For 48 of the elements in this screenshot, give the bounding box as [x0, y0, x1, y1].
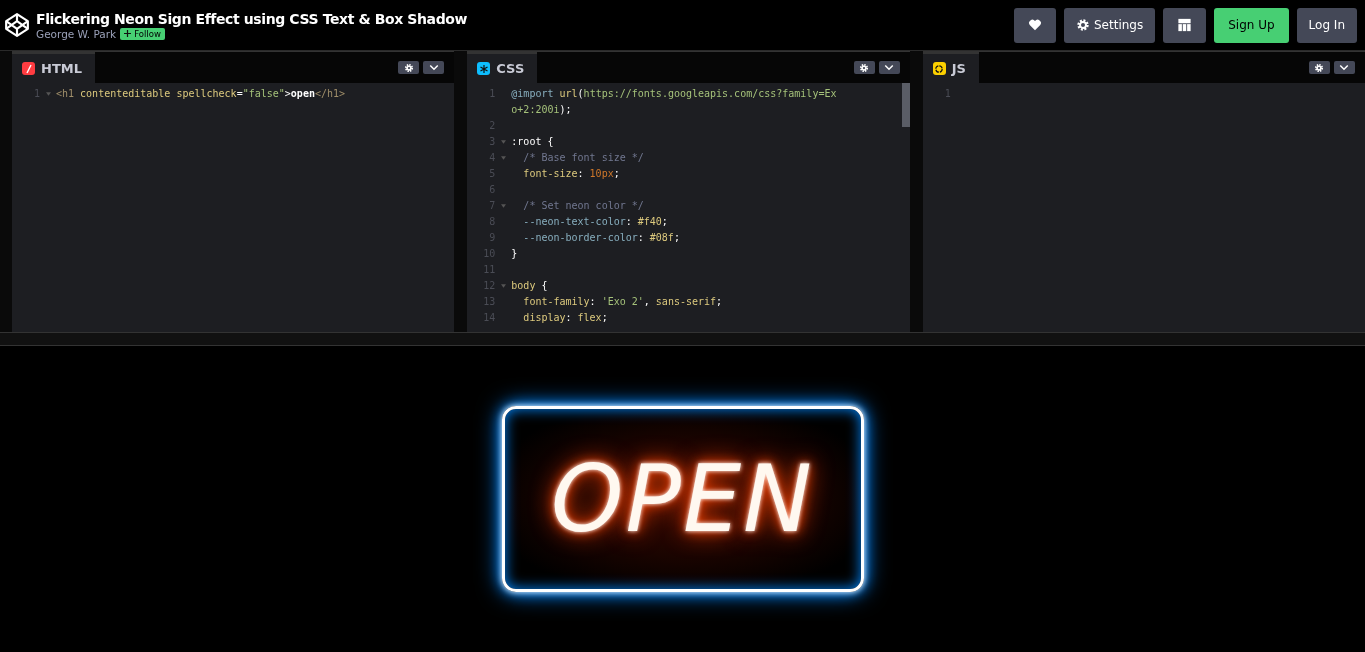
code-line: display: flex; — [523, 311, 608, 325]
editor-tab[interactable]: HTML — [12, 52, 95, 83]
editor-menu-button[interactable] — [878, 61, 900, 74]
language-icon — [22, 62, 35, 75]
layout-button[interactable] — [1163, 7, 1207, 43]
code-line: --neon-text-color: #f40; — [523, 215, 668, 229]
language-icon — [477, 62, 491, 75]
editor-settings-button[interactable] — [398, 61, 420, 74]
plus-icon — [124, 30, 132, 37]
code-line: @import url(https://fonts.googleapis.com/css?family=Exo+2:200i); — [511, 87, 838, 117]
layout-icon — [1177, 18, 1193, 32]
tab-label: CSS — [496, 61, 525, 76]
editor-tab[interactable]: JS — [922, 52, 979, 83]
settings-icon — [859, 62, 870, 73]
editor-menu-button[interactable] — [423, 61, 445, 74]
settings-icon — [1076, 18, 1090, 32]
chevron-down-icon — [1339, 64, 1350, 71]
settings-button[interactable]: Settings — [1064, 7, 1156, 43]
scrollbar-thumb[interactable] — [901, 83, 910, 127]
code-line: font-size: 10px; — [523, 167, 620, 181]
code-line: font-family: 'Exo 2', sans-serif; — [523, 295, 723, 309]
heart-icon — [1028, 18, 1042, 32]
editor-settings-button[interactable] — [1309, 61, 1330, 74]
chevron-down-icon — [884, 64, 895, 71]
author-name[interactable]: George W. Park — [36, 27, 117, 40]
code-line: :root { — [511, 135, 554, 149]
code-line: --neon-border-color: #08f; — [523, 231, 680, 245]
tab-label: JS — [951, 61, 966, 76]
log-in-button[interactable]: Log In — [1296, 7, 1357, 43]
sign-up-button[interactable]: Sign Up — [1214, 7, 1289, 43]
code-line: /* Set neon color */ — [523, 199, 644, 213]
neon-sign-text: OPEN — [551, 445, 814, 553]
editor-settings-button[interactable] — [853, 61, 875, 74]
settings-icon — [403, 62, 414, 73]
settings-icon — [1314, 62, 1325, 73]
code-line: body { — [511, 279, 548, 293]
follow-button[interactable]: Follow — [120, 27, 165, 40]
editor-tab[interactable]: CSS — [467, 52, 538, 83]
code-line: /* Base font size */ — [523, 151, 644, 165]
like-button[interactable] — [1014, 7, 1056, 43]
pen-title: Flickering Neon Sign Effect using CSS Text & Box Shadow — [36, 10, 467, 27]
tab-label: HTML — [41, 61, 82, 76]
code-line: <h1 contenteditable spellcheck="false">open</h1> — [56, 87, 346, 101]
language-icon — [932, 62, 946, 75]
logo-icon[interactable] — [4, 12, 30, 38]
editor-menu-button[interactable] — [1334, 61, 1355, 74]
code-line: } — [511, 247, 518, 261]
chevron-down-icon — [428, 64, 439, 71]
